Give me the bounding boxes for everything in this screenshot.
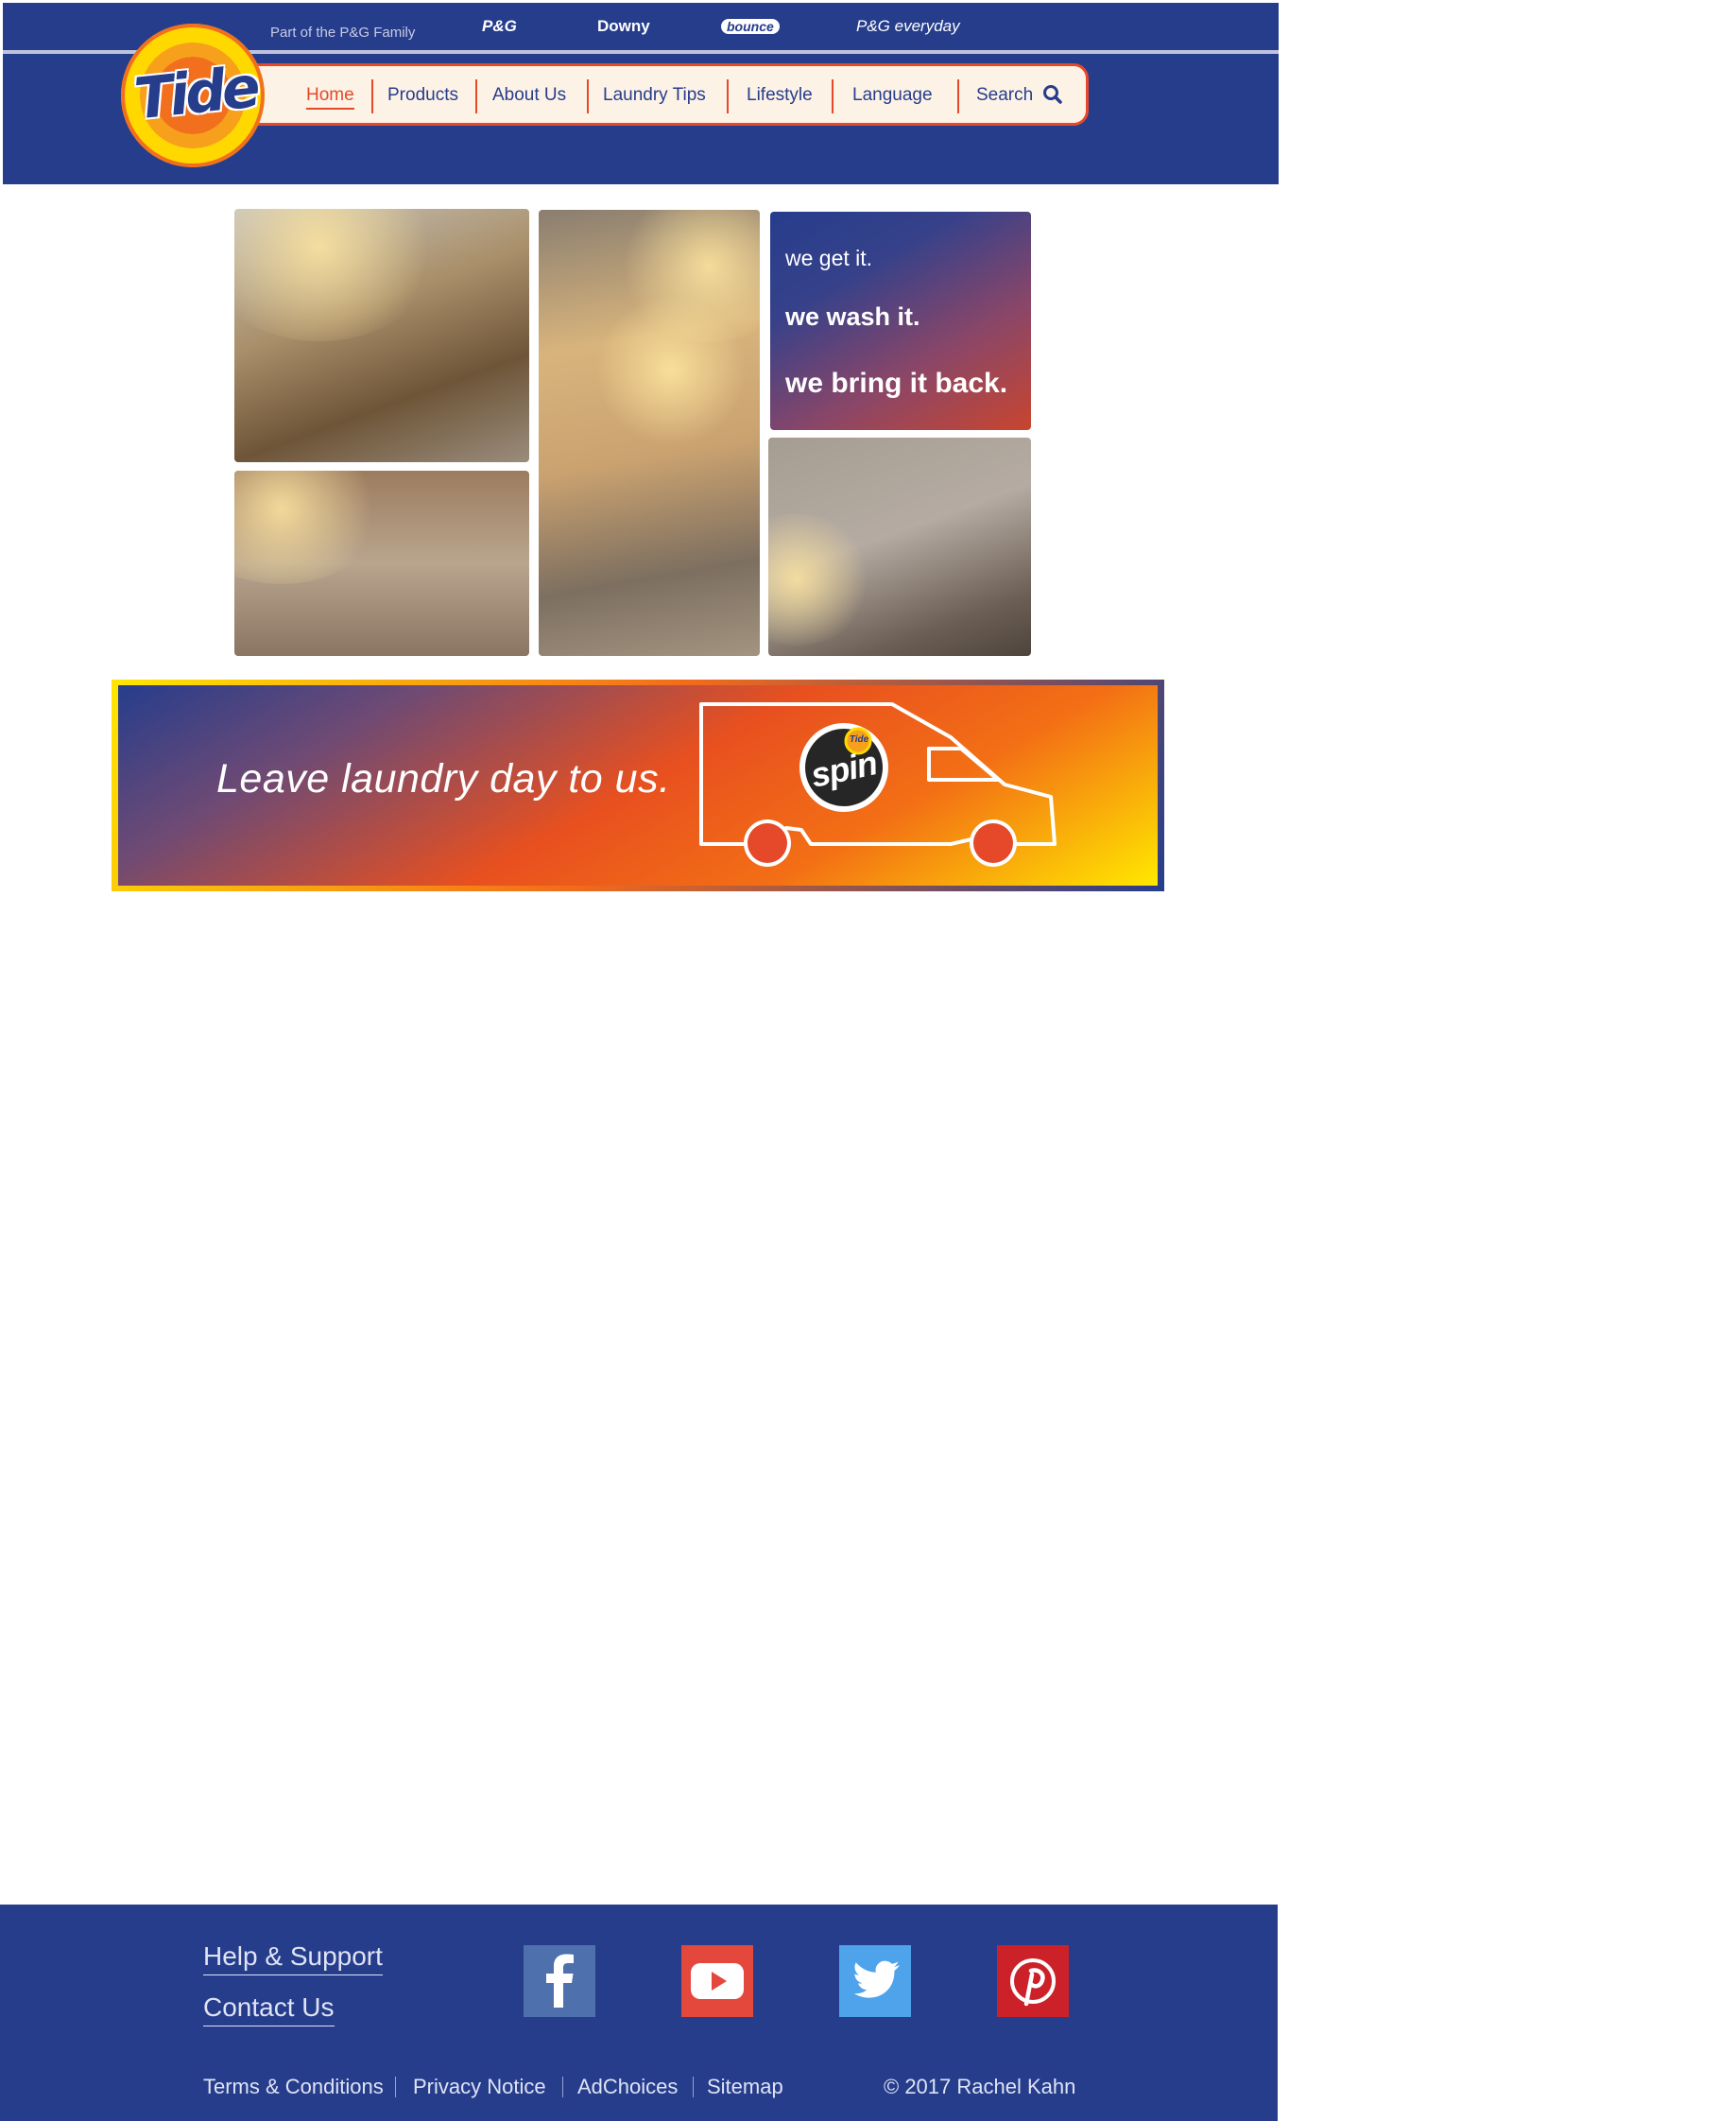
tagline-we-wash-it: we wash it. <box>785 302 920 331</box>
twitter-icon[interactable] <box>839 1945 911 2017</box>
brand-link-pg[interactable]: P&G <box>482 17 517 36</box>
copyright-text: © 2017 Rachel Kahn <box>884 2075 1076 2098</box>
brand-link-pg-everyday[interactable]: P&G everyday <box>856 17 960 36</box>
facebook-icon[interactable] <box>524 1945 595 2017</box>
hero-photo-couple-phone <box>539 210 760 656</box>
nav-separator <box>957 79 959 113</box>
nav-separator <box>727 79 729 113</box>
pg-family-label: Part of the P&G Family <box>270 25 416 41</box>
adchoices-link[interactable]: AdChoices <box>577 2075 678 2099</box>
delivery-van-icon <box>699 702 1057 867</box>
contact-us-link[interactable]: Contact Us <box>203 1992 335 2026</box>
nav-item-products[interactable]: Products <box>387 85 458 106</box>
nav-item-language[interactable]: Language <box>852 85 933 106</box>
nav-separator <box>371 79 373 113</box>
search-icon[interactable] <box>1042 84 1063 105</box>
privacy-notice-link[interactable]: Privacy Notice <box>413 2075 546 2099</box>
pinterest-icon[interactable] <box>997 1945 1069 2017</box>
nav-item-home[interactable]: Home <box>306 85 354 110</box>
tagline-we-get-it: we get it. <box>785 246 873 270</box>
hero-photo-man-tshirt <box>768 438 1031 656</box>
legal-separator <box>395 2077 396 2097</box>
nav-item-laundry-tips[interactable]: Laundry Tips <box>603 85 706 106</box>
banner-headline: Leave laundry day to us. <box>216 756 671 802</box>
help-support-link[interactable]: Help & Support <box>203 1941 383 1975</box>
sitemap-link[interactable]: Sitemap <box>707 2075 783 2099</box>
hero-tagline-box: we get it. we wash it. we bring it back. <box>770 212 1031 430</box>
nav-separator <box>587 79 589 113</box>
nav-separator <box>475 79 477 113</box>
nav-item-about-us[interactable]: About Us <box>492 85 566 106</box>
terms-conditions-link[interactable]: Terms & Conditions <box>203 2075 384 2099</box>
spin-badge-tide-mark: Tide <box>849 734 869 745</box>
brand-link-downy[interactable]: Downy <box>597 17 650 36</box>
brand-link-bounce[interactable]: bounce <box>721 19 780 34</box>
nav-item-lifestyle[interactable]: Lifestyle <box>747 85 813 106</box>
hero-photo-woman-torso <box>234 471 529 656</box>
nav-item-search[interactable]: Search <box>976 85 1033 106</box>
legal-separator <box>693 2077 694 2097</box>
main-navigation: Home Products About Us Laundry Tips Life… <box>241 63 1089 126</box>
nav-separator <box>832 79 834 113</box>
legal-separator <box>562 2077 563 2097</box>
hero-photo-woman-sunglasses <box>234 209 529 462</box>
tagline-we-bring-it-back: we bring it back. <box>785 368 1008 399</box>
youtube-icon[interactable] <box>681 1945 753 2017</box>
